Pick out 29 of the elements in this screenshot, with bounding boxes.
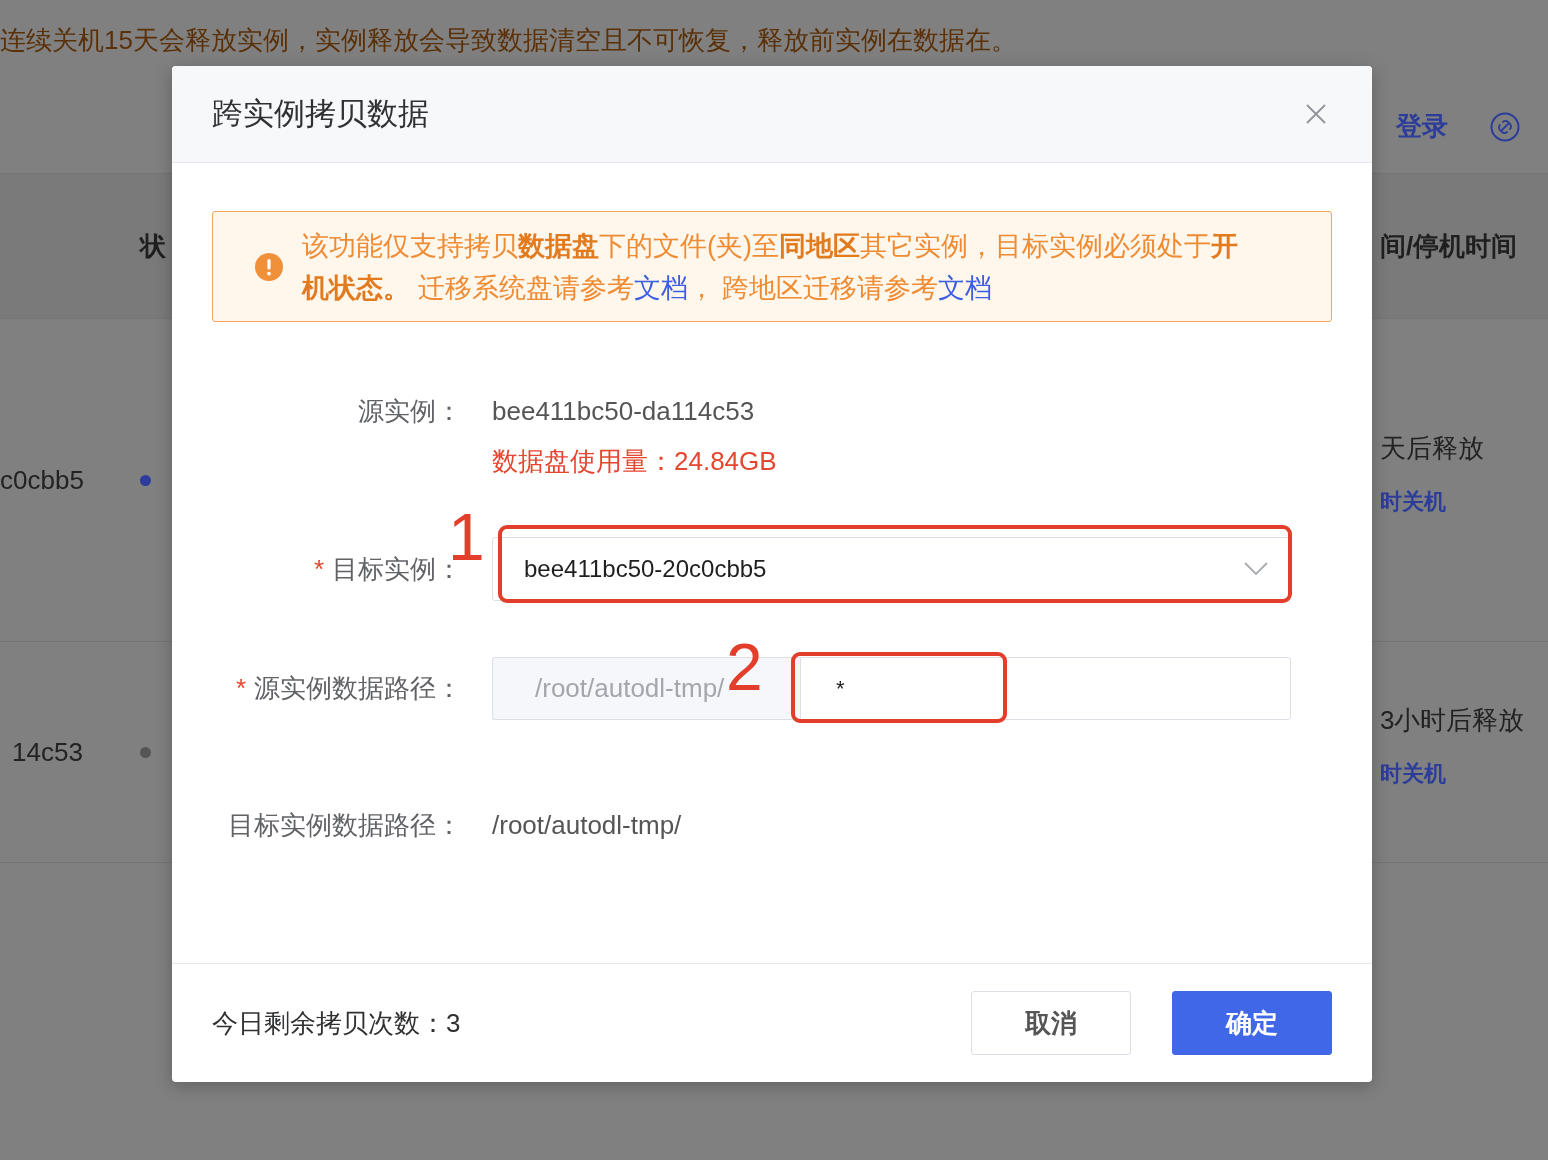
instance-id: c0cbb5	[0, 464, 84, 496]
disk-usage-note: 数据盘使用量：24.84GB	[492, 445, 777, 478]
column-heading: 状	[138, 229, 166, 263]
release-time: 天后释放	[1380, 432, 1484, 465]
field-value: /root/autodl-tmp/	[492, 809, 682, 842]
column-heading: 间/停机时间	[1379, 229, 1518, 263]
exclamation-icon	[255, 252, 283, 281]
field-label: 目标实例数据路径：	[228, 809, 462, 842]
release-time: 3小时后释放	[1380, 704, 1525, 737]
release-notice: 连续关机15天会释放实例，实例释放会导致数据清空且不可恢复，释放前实例在数据在。	[0, 23, 1018, 57]
alert-message: 该功能仅支持拷贝数据盘下的文件(夹)至同地区其它实例，目标实例必须处于开机状态。 迁移系统盘请参考文档， 跨地区迁移请参考文档	[302, 229, 1239, 305]
path-input[interactable]: *	[800, 657, 1291, 720]
doc-link[interactable]: 文档	[938, 272, 993, 303]
cancel-button[interactable]: 取消	[971, 991, 1131, 1055]
field-value: bee411bc50-da114c53	[492, 395, 755, 428]
instance-select[interactable]: bee411bc50-20c0cbb5	[492, 537, 1291, 601]
required-mark: *	[235, 673, 246, 704]
field-label: 源实例：	[358, 395, 462, 428]
confirm-button[interactable]: 确定	[1172, 991, 1332, 1055]
link-icon[interactable]	[1490, 111, 1520, 142]
instance-id: 14c53	[12, 736, 83, 768]
dialog-title: 跨实例拷贝数据	[212, 95, 429, 133]
chevron-down-icon	[1244, 562, 1268, 576]
required-mark: *	[313, 553, 324, 585]
doc-link[interactable]: 文档	[633, 272, 688, 303]
field-label: 源实例数据路径：	[254, 672, 462, 705]
close-icon[interactable]	[1304, 102, 1328, 126]
annotation-number: 2	[726, 639, 763, 695]
remaining-copies: 今日剩余拷贝次数：3	[212, 1006, 461, 1040]
